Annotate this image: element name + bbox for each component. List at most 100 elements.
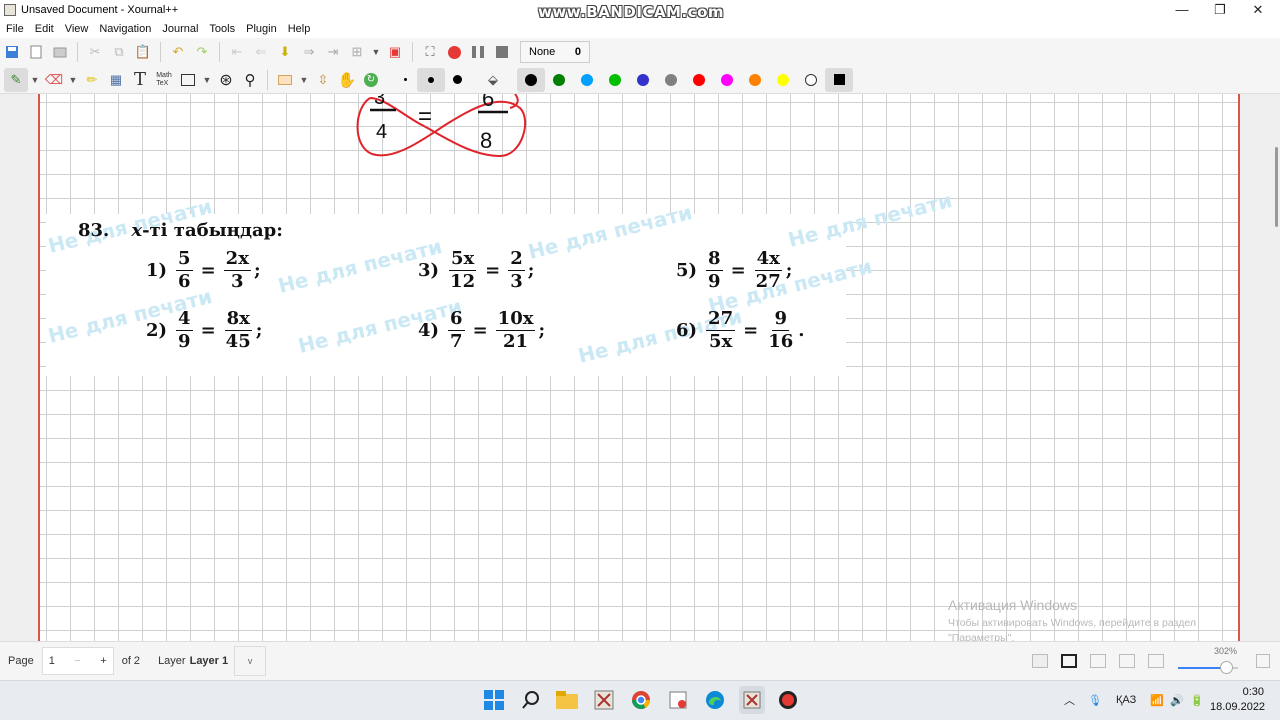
select-region-icon[interactable]	[273, 68, 297, 92]
audio-device-label: None	[529, 46, 556, 58]
edge-icon[interactable]	[703, 688, 727, 712]
two-pages-icon[interactable]	[1032, 654, 1048, 668]
zoom-fit-icon[interactable]	[1090, 654, 1106, 668]
fraction: 4x 27	[754, 248, 783, 293]
open-folder-icon[interactable]	[48, 40, 72, 64]
snipping-tool-icon[interactable]	[666, 688, 690, 712]
record-audio-button[interactable]	[442, 40, 466, 64]
refresh-icon[interactable]: ↻	[359, 68, 383, 92]
custom-color-button[interactable]	[825, 67, 853, 92]
eraser-tool-icon[interactable]: ⌫	[42, 68, 66, 92]
problem-3: 3) 5x 12 = 23 ;	[418, 248, 535, 292]
file-explorer-icon[interactable]	[555, 688, 579, 712]
xournal-taskbar-icon[interactable]	[592, 688, 616, 712]
shape-tool-icon[interactable]	[176, 68, 200, 92]
redo-icon[interactable]: ↷	[190, 40, 214, 64]
system-clock[interactable]: 0:30 18.09.2022	[1210, 685, 1265, 715]
minimize-button[interactable]: —	[1162, 0, 1202, 20]
search-icon[interactable]	[519, 688, 543, 712]
page-number-spinner[interactable]: 1 − +	[41, 647, 114, 675]
color-yellow-button[interactable]	[769, 68, 797, 92]
zoom-slider-handle[interactable]	[1220, 661, 1233, 674]
volume-icon[interactable]: 🔊	[1170, 680, 1184, 720]
insert-page-dropdown-icon[interactable]: ▼	[369, 40, 383, 64]
pen-tool-icon[interactable]: ✎	[4, 67, 28, 92]
bandicam-icon[interactable]	[776, 688, 800, 712]
color-light-green-button[interactable]	[601, 68, 629, 92]
zoom-100-icon[interactable]	[1119, 654, 1135, 668]
menu-file[interactable]: File	[0, 23, 29, 35]
menu-help[interactable]: Help	[282, 23, 316, 35]
menu-journal[interactable]: Journal	[156, 23, 203, 35]
color-green-button[interactable]	[545, 68, 573, 92]
medium-stroke-icon[interactable]	[417, 67, 445, 92]
menu-edit[interactable]: Edit	[29, 23, 59, 35]
zoom-in-icon[interactable]	[1256, 654, 1270, 668]
cut-icon[interactable]: ✂	[83, 40, 107, 64]
layer-selector: Layer Layer 1	[158, 655, 228, 667]
undo-icon[interactable]: ↶	[166, 40, 190, 64]
color-white-button[interactable]	[797, 68, 825, 92]
menu-navigation[interactable]: Navigation	[93, 23, 156, 35]
next-page-icon[interactable]: ⇒	[297, 40, 321, 64]
battery-icon[interactable]: 🔋	[1190, 680, 1204, 720]
input-language[interactable]: ҚАЗ	[1116, 680, 1136, 720]
color-red-button[interactable]	[685, 68, 713, 92]
chrome-icon[interactable]	[629, 688, 653, 712]
color-magenta-button[interactable]	[713, 68, 741, 92]
text-tool-icon[interactable]: T	[128, 68, 152, 92]
select-object-icon[interactable]: ⊛	[214, 68, 238, 92]
image-tool-icon[interactable]: ▦	[104, 68, 128, 92]
pause-audio-button[interactable]	[466, 40, 490, 64]
color-orange-button[interactable]	[741, 68, 769, 92]
menu-view[interactable]: View	[59, 23, 94, 35]
previous-page-icon[interactable]: ⇐	[249, 40, 273, 64]
math-tex-icon[interactable]: Math TeX	[152, 68, 176, 92]
xournal-active-window-icon[interactable]	[739, 686, 765, 714]
fill-color-icon[interactable]: ⬙	[481, 68, 505, 92]
vertical-space-icon[interactable]: ⚲	[238, 68, 262, 92]
new-document-icon[interactable]	[24, 40, 48, 64]
thick-stroke-icon[interactable]	[445, 68, 469, 92]
numerator: 8	[706, 248, 723, 271]
stop-audio-button[interactable]	[490, 40, 514, 64]
color-black-button[interactable]	[517, 67, 545, 92]
menu-plugin[interactable]: Plugin	[240, 23, 282, 35]
shape-dropdown-icon[interactable]: ▼	[200, 68, 214, 92]
insert-page-icon[interactable]: ⊞	[345, 40, 369, 64]
copy-icon[interactable]: ⧉	[107, 40, 131, 64]
zoom-out-icon[interactable]	[1148, 654, 1164, 668]
audio-device-select[interactable]: None 0	[520, 41, 590, 63]
start-button-icon[interactable]	[482, 688, 506, 712]
goto-page-icon[interactable]: ⬇	[273, 40, 297, 64]
save-icon[interactable]	[0, 40, 24, 64]
document-canvas[interactable]: 3 6 = 4 8 Не для печати Не для печати Не…	[0, 94, 1280, 641]
presentation-mode-icon[interactable]	[1061, 654, 1077, 668]
eraser-dropdown-icon[interactable]: ▼	[66, 68, 80, 92]
menu-tools[interactable]: Tools	[203, 23, 240, 35]
color-light-blue-button[interactable]	[573, 68, 601, 92]
close-button[interactable]: ✕	[1238, 0, 1278, 20]
fraction: 27 5x	[706, 308, 736, 353]
highlighter-tool-icon[interactable]: ✏	[80, 68, 104, 92]
wifi-icon[interactable]: 📶	[1150, 680, 1164, 720]
first-page-icon[interactable]: ⇤	[225, 40, 249, 64]
vertical-scrollbar[interactable]	[1275, 147, 1278, 227]
color-blue-button[interactable]	[629, 68, 657, 92]
pen-dropdown-icon[interactable]: ▼	[28, 68, 42, 92]
thin-stroke-icon[interactable]	[393, 68, 417, 92]
delete-page-icon[interactable]: ▣	[383, 40, 407, 64]
color-gray-button[interactable]	[657, 68, 685, 92]
paste-icon[interactable]: 📋	[131, 40, 155, 64]
page-decrement-button[interactable]: −	[74, 655, 80, 667]
last-page-icon[interactable]: ⇥	[321, 40, 345, 64]
pdf-select-icon[interactable]: ⇳	[311, 68, 335, 92]
select-dropdown-icon[interactable]: ▼	[297, 68, 311, 92]
hand-tool-icon[interactable]: ✋	[335, 68, 359, 92]
microphone-icon[interactable]: 🎙	[1088, 680, 1102, 720]
restore-button[interactable]: ❐	[1200, 0, 1240, 20]
layer-dropdown-button[interactable]: v	[234, 646, 267, 676]
chevron-up-icon[interactable]: ︿	[1064, 680, 1075, 720]
page-increment-button[interactable]: +	[100, 655, 106, 667]
fullscreen-icon[interactable]: ⛶	[418, 40, 442, 64]
